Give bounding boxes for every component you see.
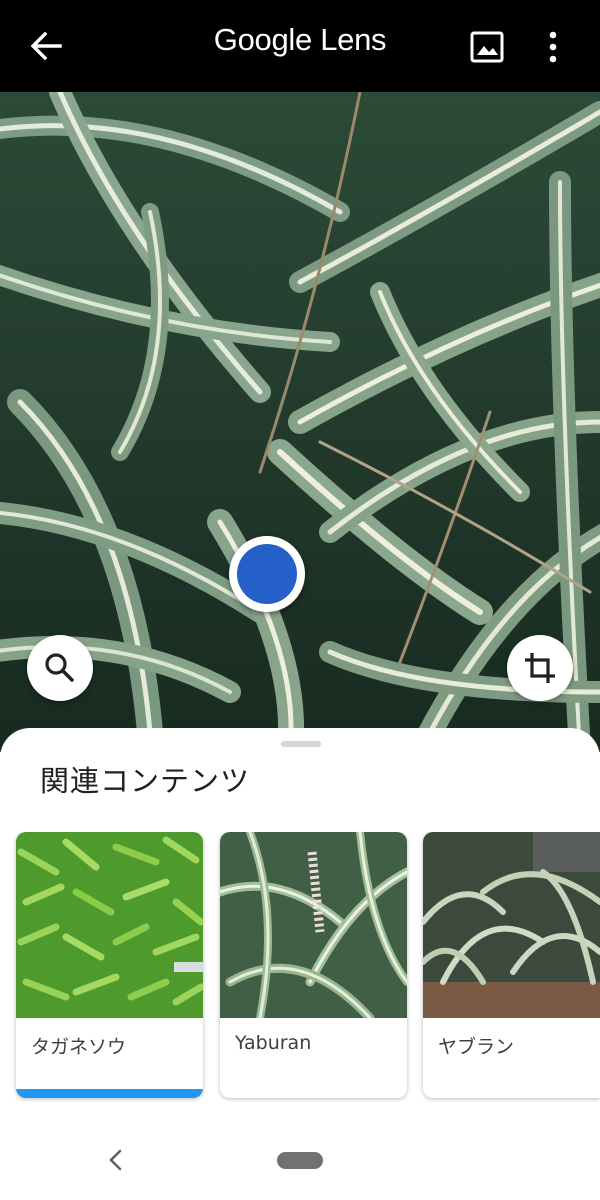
more-vert-icon[interactable] [540,28,566,66]
nav-back-icon[interactable] [105,1148,125,1172]
result-card[interactable]: Yaburan [220,832,407,1098]
selected-indicator-bar [16,1089,203,1098]
app-title: Google Lens [213,22,387,57]
system-navigation-bar [0,1120,600,1200]
result-thumbnail [16,832,203,1018]
related-results-carousel[interactable]: タガネソウ Yaburan ヤブラン [0,832,600,1102]
result-card-label: ヤブラン [438,1036,515,1058]
home-pill-icon[interactable] [277,1152,323,1169]
result-thumbnail [220,832,407,1018]
selected-object-dot[interactable] [229,536,305,612]
top-app-bar: Google Lens [0,0,600,92]
search-icon [45,653,74,682]
result-card-label: タガネソウ [31,1036,127,1058]
result-card[interactable]: タガネソウ [16,832,203,1098]
sheet-drag-handle[interactable] [281,741,321,747]
crop-button[interactable] [507,635,573,701]
crop-icon [525,653,555,683]
image-gallery-icon[interactable] [468,28,506,66]
result-thumbnail [423,832,600,1018]
camera-image-view[interactable] [0,92,600,752]
search-button[interactable] [27,635,93,701]
result-card-label: Yaburan [235,1032,312,1054]
result-card[interactable]: ヤブラン [423,832,600,1098]
related-content-heading: 関連コンテンツ [40,764,251,798]
